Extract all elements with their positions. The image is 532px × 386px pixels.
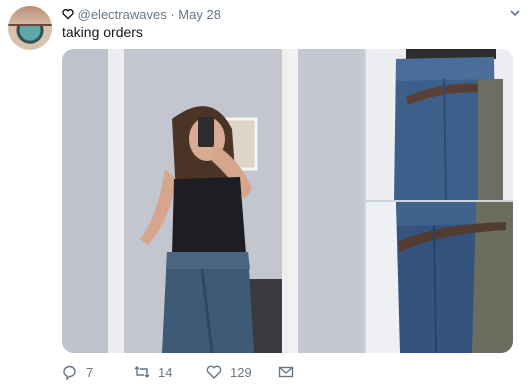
heart-outline-icon <box>62 8 74 23</box>
reply-button[interactable]: 7 <box>62 364 93 380</box>
jeans-on-hanger-photo[interactable] <box>366 49 513 200</box>
tweet-text: taking orders <box>62 24 143 40</box>
header-separator: · <box>170 7 175 22</box>
envelope-icon <box>278 366 294 378</box>
reply-count: 7 <box>86 364 94 380</box>
retweet-button[interactable]: 14 <box>134 364 172 380</box>
media-grid <box>62 49 513 353</box>
reply-icon <box>63 365 76 380</box>
like-button[interactable]: 129 <box>206 364 252 380</box>
retweet-icon <box>134 366 150 378</box>
chevron-down-icon[interactable] <box>508 6 522 20</box>
tweet-header: @electrawaves · May 28 <box>62 7 522 23</box>
tweet-date[interactable]: May 28 <box>178 7 221 22</box>
user-handle[interactable]: @electrawaves <box>78 7 167 22</box>
direct-message-button[interactable] <box>278 364 294 380</box>
retweet-count: 14 <box>158 364 173 380</box>
mirror-selfie-photo[interactable] <box>62 49 364 353</box>
avatar[interactable] <box>8 6 52 50</box>
like-count: 129 <box>230 364 252 380</box>
heart-icon <box>206 365 222 379</box>
tweet-actions: 7 14 129 <box>62 364 362 382</box>
jeans-and-khaki-photo[interactable] <box>366 202 513 353</box>
